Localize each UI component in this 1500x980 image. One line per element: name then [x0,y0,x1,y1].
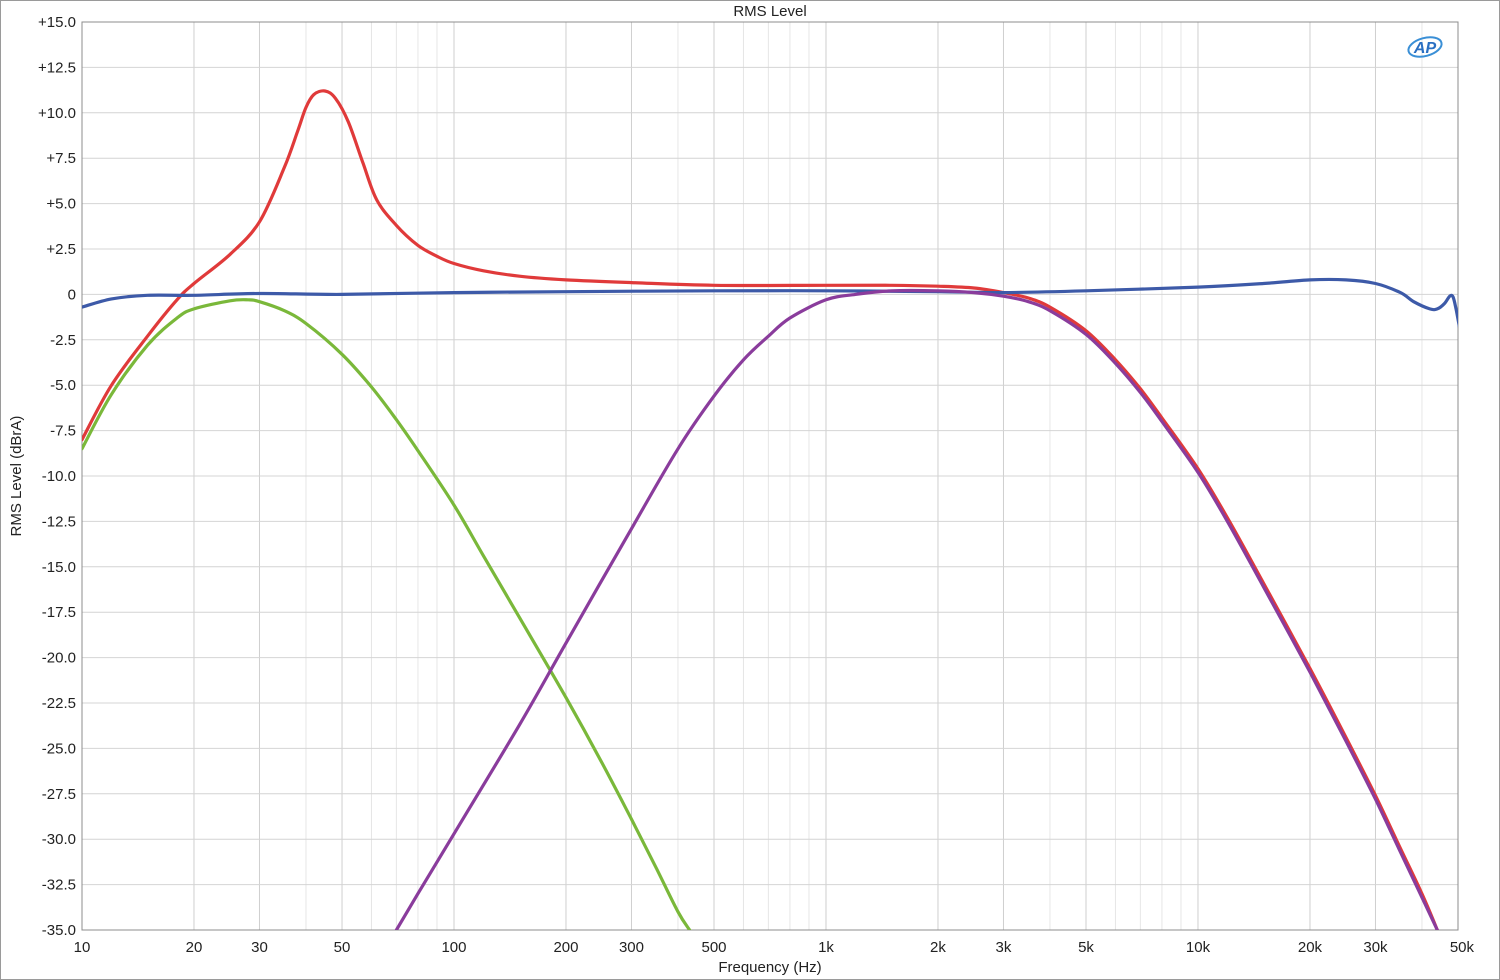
x-tick-label: 3k [996,939,1012,956]
y-tick-label: -2.5 [50,332,76,349]
y-tick-label: 0 [68,286,76,303]
x-tick-label: 200 [553,939,578,956]
y-tick-labels: +15.0 +12.5 +10.0 +7.5 +5.0 +2.5 0 -2.5 -5.0 -7.5… [38,14,76,939]
y-tick-label: -20.0 [42,650,76,667]
x-axis-title: Frequency (Hz) [718,959,821,976]
y-tick-label: +15.0 [38,14,76,31]
y-tick-label: -30.0 [42,831,76,848]
y-tick-label: +5.0 [46,196,76,213]
y-tick-label: -25.0 [42,740,76,757]
x-tick-label: 5k [1078,939,1094,956]
series-line-3 [82,298,692,930]
x-tick-label: 300 [619,939,644,956]
series-line-4 [394,288,1439,930]
x-tick-label: 50 [334,939,351,956]
y-axis-title: RMS Level (dBrA) [8,416,25,537]
y-tick-label: -32.5 [42,877,76,894]
x-tick-label: 30 [251,939,268,956]
series-layer [82,89,1458,930]
x-tick-label: 10k [1186,939,1211,956]
y-tick-label: +12.5 [38,59,76,76]
y-tick-label: -22.5 [42,695,76,712]
y-tick-label: -10.0 [42,468,76,485]
y-tick-label: -35.0 [42,922,76,939]
y-tick-label: -17.5 [42,604,76,621]
x-tick-label: 100 [441,939,466,956]
chart-title: RMS Level [733,3,806,20]
x-tick-label: 500 [701,939,726,956]
y-tick-label: -12.5 [42,513,76,530]
rms-level-chart: +15.0 +12.5 +10.0 +7.5 +5.0 +2.5 0 -2.5 -5.0 -7.5… [8,3,1475,976]
ap-logo: AP [1407,36,1443,58]
y-tick-label: -15.0 [42,559,76,576]
y-tick-label: +10.0 [38,105,76,122]
y-tick-label: -27.5 [42,786,76,803]
x-tick-label: 50k [1450,939,1475,956]
series-line-2 [82,277,1458,328]
y-tick-label: -7.5 [50,423,76,440]
x-tick-label: 1k [818,939,834,956]
x-tick-label: 2k [930,939,946,956]
x-tick-label: 10 [74,939,91,956]
y-tick-label: -5.0 [50,377,76,394]
x-tick-label: 20k [1298,939,1323,956]
x-tick-label: 30k [1363,939,1388,956]
series-line-1 [82,89,1439,930]
x-tick-label: 20 [186,939,203,956]
y-tick-label: +7.5 [46,150,76,167]
x-tick-labels: 10 20 30 50 100 200 300 500 1k 2k 3k 5k 10k 20k 30k 50k [74,939,1475,956]
y-tick-label: +2.5 [46,241,76,258]
ap-logo-text: AP [1413,40,1437,57]
